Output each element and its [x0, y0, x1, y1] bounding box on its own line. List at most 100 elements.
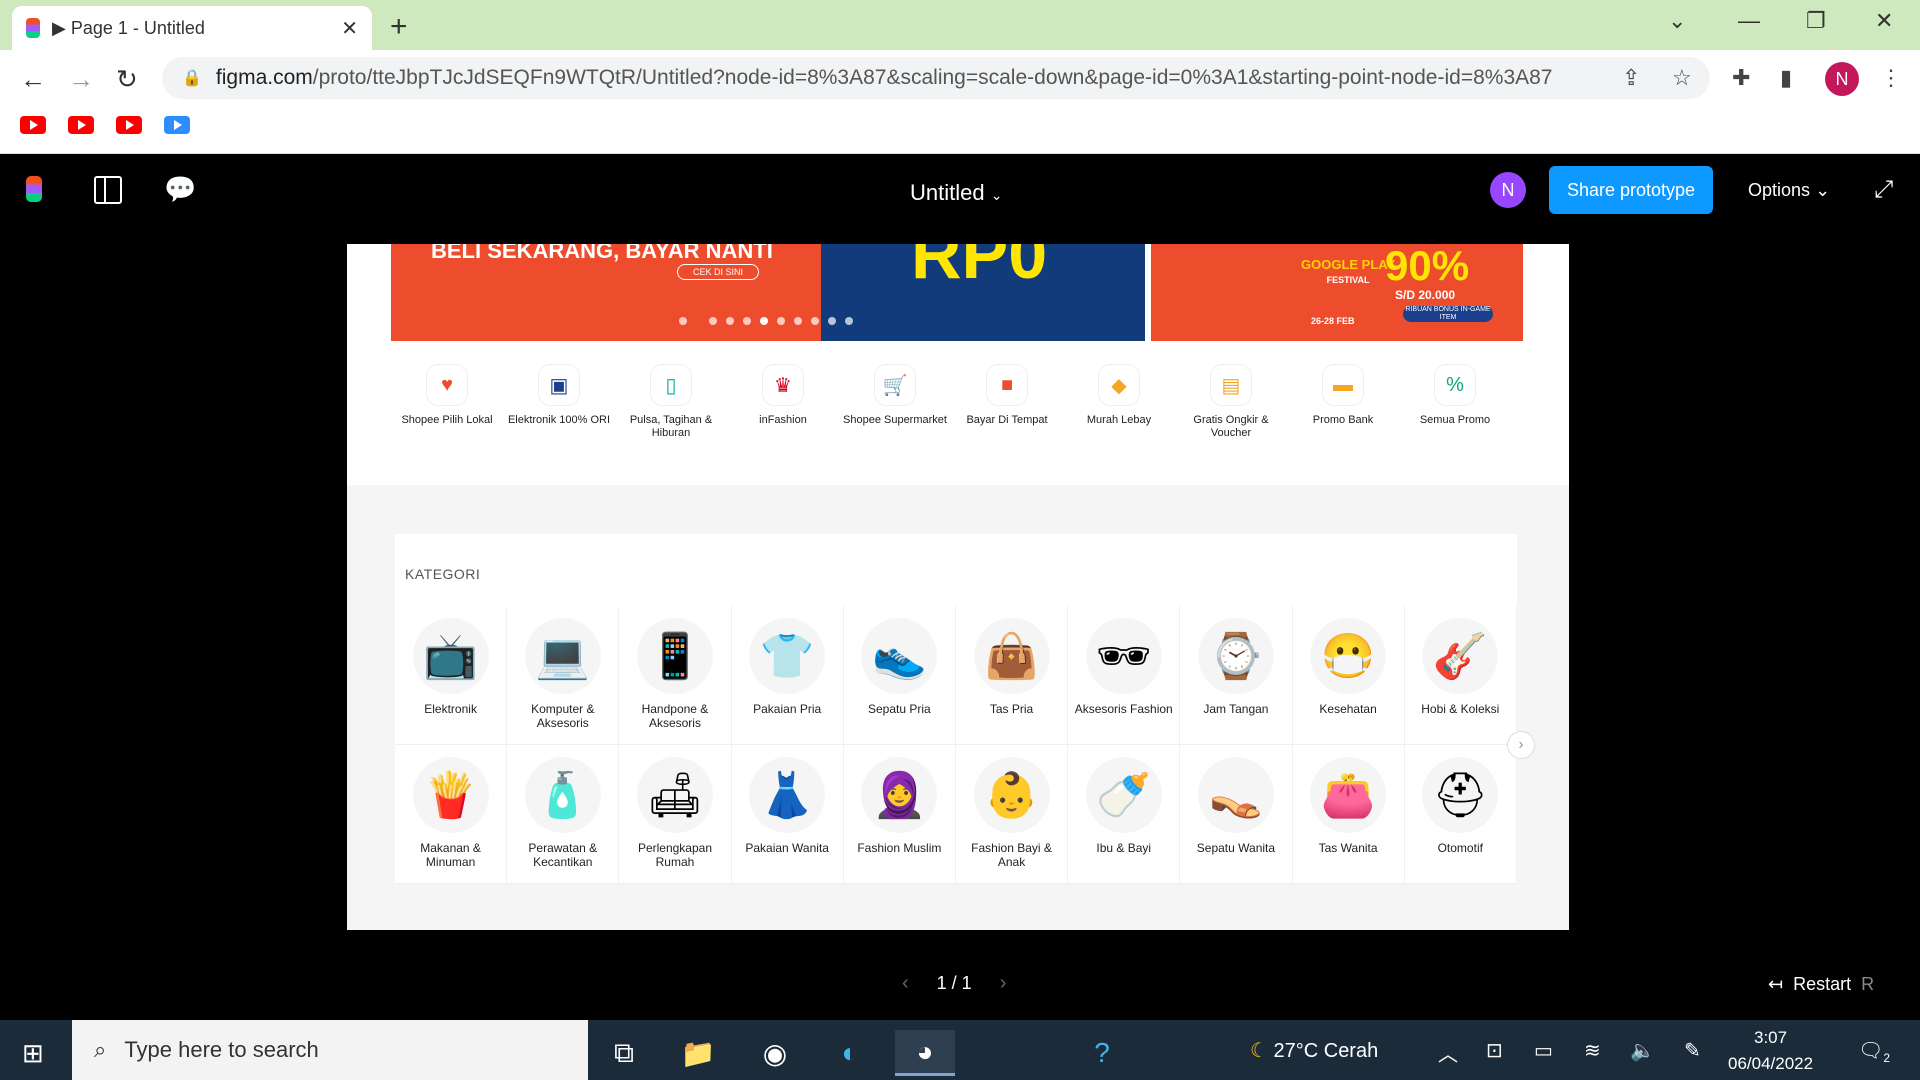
side-panel-icon[interactable]: ▮: [1780, 65, 1792, 91]
figma-logo-icon[interactable]: [26, 176, 42, 202]
category-item[interactable]: 👡 Sepatu Wanita: [1180, 745, 1293, 884]
category-item[interactable]: ⛑ Otomotif: [1404, 745, 1517, 884]
forward-icon[interactable]: →: [68, 64, 94, 95]
youtube-bookmark-icon[interactable]: [20, 116, 46, 134]
discount-cap: S/D 20.000: [1395, 288, 1456, 302]
profile-avatar[interactable]: N: [1825, 62, 1859, 96]
quick-menu-item[interactable]: ■ Bayar Di Tempat: [951, 364, 1063, 444]
restore-icon[interactable]: ❐: [1806, 8, 1826, 34]
category-next-arrow-icon[interactable]: ›: [1507, 731, 1535, 759]
carousel-dot[interactable]: [743, 317, 751, 325]
browser-tab[interactable]: ▶ Page 1 - Untitled ✕: [12, 6, 372, 50]
category-item[interactable]: 🛋 Perlengkapan Rumah: [619, 745, 732, 884]
back-icon[interactable]: ←: [20, 64, 46, 95]
notification-icon[interactable]: 🗨2: [1858, 1038, 1890, 1065]
prev-frame-icon[interactable]: ‹: [902, 972, 909, 995]
carousel-dot[interactable]: [709, 317, 717, 325]
carousel-dot[interactable]: [777, 317, 785, 325]
carousel-dot[interactable]: [828, 317, 836, 325]
weather-text: 27°C Cerah: [1273, 1040, 1379, 1062]
fullscreen-icon[interactable]: ⤢: [1874, 176, 1893, 204]
category-item[interactable]: 👗 Pakaian Wanita: [731, 745, 844, 884]
category-item[interactable]: 🍟 Makanan & Minuman: [395, 745, 508, 884]
file-explorer-icon[interactable]: 📁: [668, 1030, 728, 1076]
carousel-dot[interactable]: [811, 317, 819, 325]
share-prototype-button[interactable]: Share prototype: [1549, 166, 1713, 214]
category-item[interactable]: 📺 Elektronik: [395, 606, 508, 745]
carousel-dot[interactable]: [794, 317, 802, 325]
category-label: Ibu & Bayi: [1096, 841, 1152, 855]
category-item[interactable]: 😷 Kesehatan: [1292, 606, 1405, 745]
weather-widget[interactable]: ☾ 27°C Cerah: [1250, 1038, 1378, 1063]
category-item[interactable]: 👟 Sepatu Pria: [843, 606, 956, 745]
menu-kebab-icon[interactable]: ⋮: [1880, 65, 1902, 91]
category-item[interactable]: 💻 Komputer & Aksesoris: [507, 606, 620, 745]
restart-button[interactable]: ↤ Restart R: [1768, 974, 1874, 995]
wifi-icon[interactable]: ≋: [1584, 1038, 1601, 1063]
options-menu[interactable]: Options ⌄: [1748, 180, 1830, 201]
main-banner[interactable]: BELI SEKARANG, BAYAR NANTI CEK DI SINI R…: [391, 244, 1145, 341]
category-item[interactable]: 👶 Fashion Bayi & Anak: [955, 745, 1069, 884]
category-item[interactable]: 🍼 Ibu & Bayi: [1068, 745, 1181, 884]
quick-menu-item[interactable]: % Semua Promo: [1399, 364, 1511, 444]
carousel-dot[interactable]: [679, 317, 687, 325]
search-icon: ⌕: [94, 1037, 107, 1062]
help-icon[interactable]: ?: [1072, 1030, 1132, 1076]
quick-menu-item[interactable]: ▤ Gratis Ongkir & Voucher: [1175, 364, 1287, 444]
quick-menu-item[interactable]: ▬ Promo Bank: [1287, 364, 1399, 444]
category-item[interactable]: 📱 Handpone & Aksesoris: [619, 606, 732, 745]
tab-search-icon[interactable]: ⌄: [1668, 8, 1686, 34]
category-item[interactable]: 🧕 Fashion Muslim: [843, 745, 956, 884]
next-frame-icon[interactable]: ›: [1000, 972, 1007, 995]
youtube-bookmark-icon[interactable]: [116, 116, 142, 134]
volume-icon[interactable]: 🔈: [1630, 1038, 1655, 1063]
carousel-dot[interactable]: [726, 317, 734, 325]
edge-browser-icon[interactable]: ◐: [820, 1030, 880, 1076]
quick-menu-item[interactable]: 🛒 Shopee Supermarket: [839, 364, 951, 444]
tray-overflow-icon[interactable]: ︿: [1438, 1038, 1458, 1067]
prototype-pager: ‹ 1 / 1 ›: [902, 972, 1006, 995]
extensions-icon[interactable]: ✚: [1732, 65, 1750, 91]
task-view-icon[interactable]: ⧉: [594, 1030, 654, 1076]
battery-icon[interactable]: ▭: [1534, 1038, 1553, 1063]
category-item[interactable]: ⌚ Jam Tangan: [1180, 606, 1293, 745]
category-item[interactable]: 👕 Pakaian Pria: [731, 606, 844, 745]
quick-menu-item[interactable]: ▯ Pulsa, Tagihan & Hiburan: [615, 364, 727, 444]
category-item[interactable]: 👛 Tas Wanita: [1292, 745, 1405, 884]
clock-time: 3:07: [1754, 1028, 1788, 1047]
category-item[interactable]: 🎸 Hobi & Koleksi: [1404, 606, 1517, 745]
share-page-icon[interactable]: ⇪: [1622, 65, 1640, 91]
sidebar-toggle-icon[interactable]: [94, 176, 122, 204]
carousel-dot[interactable]: [845, 317, 853, 325]
restart-label: Restart: [1793, 974, 1852, 994]
bookmark-star-icon[interactable]: ☆: [1672, 65, 1692, 91]
windows-start-icon[interactable]: ⊞: [22, 1038, 44, 1069]
tray-app-icon[interactable]: ⊡: [1486, 1038, 1503, 1063]
banner-cta[interactable]: CEK DI SINI: [677, 264, 759, 280]
side-banner[interactable]: GOOGLE PLAY FESTIVAL 90% S/D 20.000 26-28…: [1151, 244, 1523, 341]
close-window-icon[interactable]: ✕: [1875, 8, 1893, 34]
user-avatar[interactable]: N: [1490, 172, 1526, 208]
category-item[interactable]: 🕶 Aksesoris Fashion: [1068, 606, 1181, 745]
pen-icon[interactable]: ✎: [1684, 1038, 1701, 1063]
reload-icon[interactable]: ↻: [116, 64, 138, 95]
zoom-bookmark-icon[interactable]: [164, 116, 190, 134]
quick-menu-item[interactable]: ▣ Elektronik 100% ORI: [503, 364, 615, 444]
system-clock[interactable]: 3:07 06/04/2022: [1728, 1025, 1813, 1077]
comment-icon[interactable]: 💬: [164, 174, 196, 205]
carousel-dot-active[interactable]: [760, 317, 768, 325]
taskbar-search-box[interactable]: ⌕ Type here to search: [72, 1020, 588, 1080]
new-tab-icon[interactable]: +: [390, 10, 408, 44]
category-item[interactable]: 🧴 Perawatan & Kecantikan: [507, 745, 620, 884]
file-title[interactable]: Untitled ⌄: [910, 180, 1002, 206]
media-player-icon[interactable]: ◉: [745, 1030, 805, 1076]
category-item[interactable]: 👜 Tas Pria: [955, 606, 1069, 745]
close-tab-icon[interactable]: ✕: [341, 16, 358, 41]
youtube-bookmark-icon[interactable]: [68, 116, 94, 134]
address-bar[interactable]: 🔒 figma.com/proto/tteJbpTJcJdSEQFn9WTQtR…: [162, 57, 1710, 99]
chrome-browser-icon[interactable]: ◕: [895, 1030, 955, 1076]
quick-menu-item[interactable]: ♥ Shopee Pilih Lokal: [391, 364, 503, 444]
quick-menu-item[interactable]: ♛ inFashion: [727, 364, 839, 444]
minimize-icon[interactable]: —: [1738, 8, 1760, 34]
quick-menu-item[interactable]: ◆ Murah Lebay: [1063, 364, 1175, 444]
